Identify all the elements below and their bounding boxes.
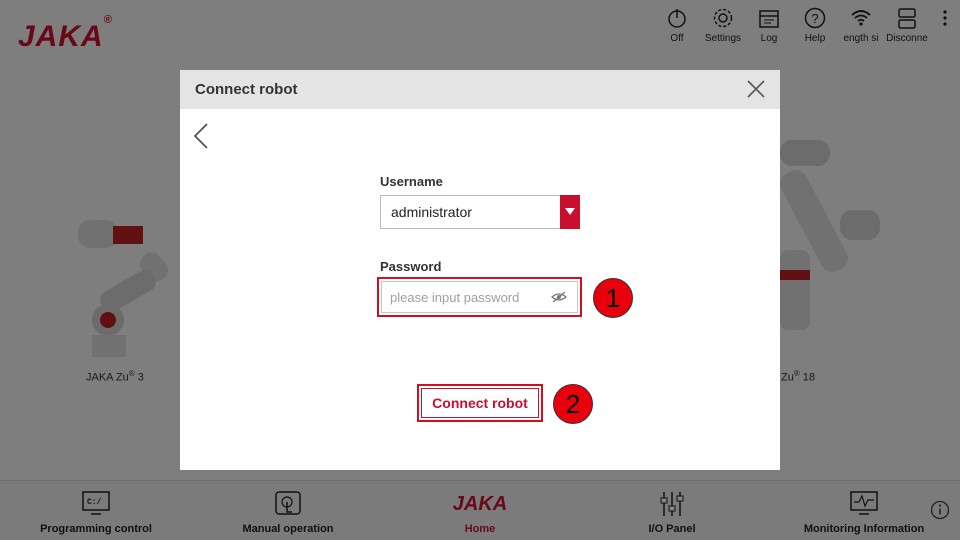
password-field[interactable] (381, 281, 578, 313)
eye-hidden-icon[interactable] (551, 290, 567, 304)
password-highlight-box (377, 277, 582, 317)
dialog-header: Connect robot (180, 70, 780, 109)
password-label: Password (380, 259, 442, 274)
info-icon[interactable] (930, 500, 950, 520)
username-label: Username (380, 174, 443, 189)
connect-robot-button[interactable]: Connect robot (421, 388, 539, 418)
close-icon[interactable] (746, 79, 766, 99)
caret-down-icon (565, 208, 575, 215)
username-value: administrator (391, 204, 472, 220)
step-badge-2: 2 (553, 384, 593, 424)
dropdown-caret[interactable] (560, 195, 580, 229)
step-badge-1: 1 (593, 278, 633, 318)
dialog-title: Connect robot (195, 81, 298, 98)
connect-robot-dialog: Connect robot Username administrator Pas… (180, 70, 780, 470)
password-input[interactable] (390, 289, 540, 305)
connect-highlight-box: Connect robot (417, 384, 543, 422)
back-chevron-icon[interactable] (192, 122, 210, 150)
username-select[interactable]: administrator (380, 195, 580, 229)
